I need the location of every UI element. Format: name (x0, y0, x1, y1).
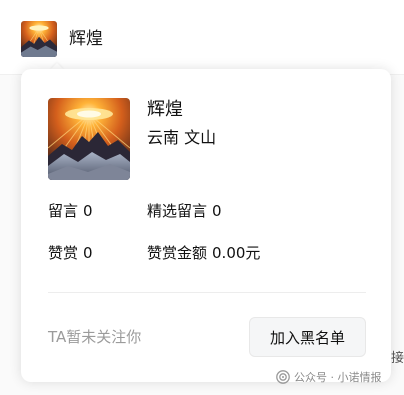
stat-featured-comments: 精选留言 0 (147, 201, 222, 221)
popover-user-name: 辉煌 (147, 99, 183, 120)
add-to-blacklist-button[interactable]: 加入黑名单 (249, 317, 366, 357)
watermark: 公众号 · 小诺情报 (276, 368, 382, 386)
stat-comments-label: 留言 (48, 202, 79, 220)
sunburst-mountain-avatar-icon (21, 21, 57, 57)
watermark-text: 公众号 · 小诺情报 (294, 371, 382, 384)
wechat-official-account-icon (276, 370, 290, 384)
popover-location: 云南 文山 (147, 128, 217, 147)
background-partial-text: 接 (391, 351, 404, 366)
profile-popover: 辉煌 云南 文山 留言 0 精选留言 0 赞赏 0 赞赏金额 0.00元 TA暂未关注你… (21, 69, 391, 382)
stat-likes-value: 0 (83, 244, 93, 262)
stat-featured-comments-value: 0 (212, 202, 222, 220)
stat-likes-label: 赞赏 (48, 244, 79, 262)
follow-status: TA暂未关注你 (48, 328, 142, 346)
stat-tip-amount-value: 0.00元 (212, 244, 261, 262)
stat-likes: 赞赏 0 (48, 243, 93, 263)
stat-comments: 留言 0 (48, 201, 93, 221)
stat-tip-amount-label: 赞赏金额 (147, 244, 208, 262)
header-user-name[interactable]: 辉煌 (69, 28, 103, 50)
stat-featured-comments-label: 精选留言 (147, 202, 208, 220)
sunburst-mountain-avatar-icon (48, 98, 130, 180)
popover-avatar[interactable] (48, 98, 130, 180)
header-avatar[interactable] (21, 21, 57, 57)
stat-tip-amount: 赞赏金额 0.00元 (147, 243, 260, 263)
stat-comments-value: 0 (83, 202, 93, 220)
popover-divider (48, 292, 366, 293)
